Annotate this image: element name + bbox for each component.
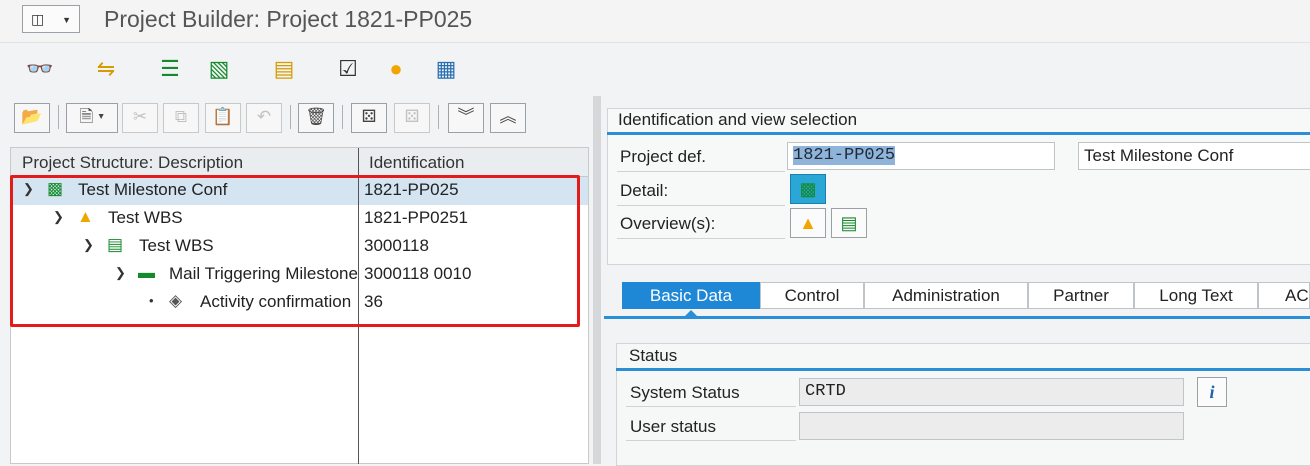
- tab-aci[interactable]: ACI: [1258, 282, 1310, 309]
- active-tab-caret: [683, 310, 699, 318]
- identification-title: Identification and view selection: [618, 110, 858, 129]
- tab-strip-line: [604, 316, 1310, 319]
- overview-network-icon[interactable]: ▤: [831, 208, 867, 238]
- coin-icon[interactable]: ●: [380, 53, 412, 85]
- project-def-value: 1821-PP025: [793, 146, 896, 165]
- overview-label: Overview(s):: [620, 214, 716, 233]
- network-icon[interactable]: ▦: [430, 53, 462, 85]
- user-status-label: User status: [630, 417, 716, 436]
- find-button[interactable]: ⚄: [351, 103, 387, 133]
- column-header-description[interactable]: Project Structure: Description: [22, 153, 243, 173]
- toolbar-separator: [290, 105, 291, 129]
- label-underline: [617, 171, 785, 172]
- open-folder-button[interactable]: 📂: [14, 103, 50, 133]
- page-title: Project Builder: Project 1821-PP025: [104, 6, 473, 32]
- label-underline: [626, 440, 796, 441]
- user-status-field: [799, 412, 1184, 440]
- column-header-identification[interactable]: Identification: [369, 153, 464, 173]
- highlight-box: [10, 175, 580, 327]
- arrows-exchange-icon[interactable]: ⇋: [90, 53, 122, 85]
- detail-label: Detail:: [620, 181, 669, 200]
- document-check-icon[interactable]: ☑: [332, 53, 364, 85]
- label-underline: [617, 238, 785, 239]
- label-underline: [626, 406, 796, 407]
- gantt-icon[interactable]: ▤: [268, 53, 300, 85]
- panel-underline: [607, 132, 1310, 135]
- info-icon: i: [1209, 382, 1215, 402]
- dropdown-icon: ▼: [62, 15, 71, 25]
- undo-button[interactable]: ↶: [246, 103, 282, 133]
- project-description-field: Test Milestone Conf: [1078, 142, 1310, 170]
- detail-project-icon[interactable]: ▩: [790, 174, 826, 204]
- tab-administration[interactable]: Administration: [864, 282, 1028, 309]
- toolbar-separator: [438, 105, 439, 129]
- cut-button[interactable]: ✂: [122, 103, 158, 133]
- tab-partner[interactable]: Partner: [1028, 282, 1134, 309]
- overview-wbs-icon[interactable]: ▲: [790, 208, 826, 238]
- create-button[interactable]: 🗎 ▾: [66, 103, 118, 133]
- menu-icon: ◫: [31, 11, 45, 27]
- toolbar-separator: [58, 105, 59, 129]
- glasses-icon[interactable]: 👓: [24, 53, 56, 85]
- info-button[interactable]: i: [1197, 377, 1227, 407]
- tab-control[interactable]: Control: [760, 282, 864, 309]
- status-underline: [616, 368, 1310, 371]
- copy-button[interactable]: ⧉: [163, 103, 199, 133]
- status-title: Status: [629, 346, 678, 365]
- collapse-all-button[interactable]: ︽: [490, 103, 526, 133]
- system-menu-button[interactable]: ◫ ▼: [22, 5, 80, 33]
- system-status-label: System Status: [630, 383, 740, 402]
- toolbar-separator: [342, 105, 343, 129]
- tab-long-text[interactable]: Long Text: [1134, 282, 1258, 309]
- pane-splitter[interactable]: [593, 96, 601, 464]
- project-def-input[interactable]: 1821-PP025: [787, 142, 1055, 170]
- label-underline: [617, 205, 785, 206]
- delete-button[interactable]: 🗑: [298, 103, 334, 133]
- hierarchy-icon[interactable]: ▧: [203, 53, 235, 85]
- system-status-field: CRTD: [799, 378, 1184, 406]
- project-def-label: Project def.: [620, 147, 706, 166]
- find-next-button[interactable]: ⚄: [394, 103, 430, 133]
- expand-all-button[interactable]: ︾: [448, 103, 484, 133]
- paste-button[interactable]: 📋: [205, 103, 241, 133]
- tab-basic-data[interactable]: Basic Data: [622, 282, 760, 309]
- structure-list-icon[interactable]: ☰: [154, 53, 186, 85]
